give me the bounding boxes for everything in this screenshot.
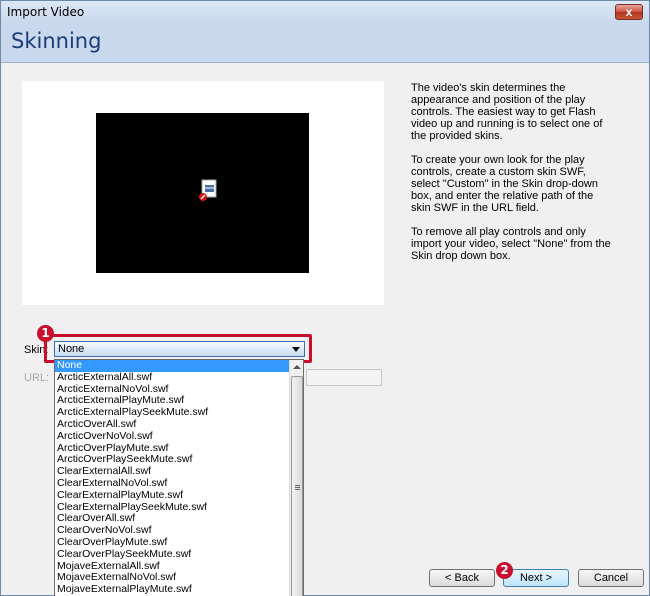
video-preview-panel bbox=[22, 81, 384, 305]
annotation-badge-2: 2 bbox=[496, 562, 513, 579]
scrollbar-thumb[interactable] bbox=[291, 376, 303, 596]
skin-option[interactable]: ArcticOverAll.swf bbox=[55, 418, 290, 431]
video-preview bbox=[96, 113, 309, 273]
skin-option[interactable]: ClearOverPlaySeekMute.swf bbox=[55, 548, 290, 561]
annotation-badge-1: 1 bbox=[37, 325, 54, 342]
description-paragraph: To remove all play controls and only imp… bbox=[411, 226, 611, 262]
skin-option[interactable]: ClearExternalPlayMute.swf bbox=[55, 489, 290, 502]
skin-dropdown-list[interactable]: None ArcticExternalAll.swf ArcticExternalN… bbox=[54, 359, 304, 596]
cancel-button[interactable]: Cancel bbox=[578, 569, 644, 587]
description-paragraph: The video's skin determines the appearan… bbox=[411, 82, 603, 142]
skin-option[interactable]: ClearOverPlayMute.swf bbox=[55, 536, 290, 549]
skin-description: The video's skin determines the appearan… bbox=[411, 82, 611, 274]
skin-options: None ArcticExternalAll.swf ArcticExternalN… bbox=[55, 360, 290, 596]
title-bar: Import Video x bbox=[1, 1, 649, 23]
page-header: Skinning bbox=[1, 23, 649, 63]
skin-option[interactable]: ArcticExternalAll.swf bbox=[55, 371, 290, 384]
skin-option[interactable]: ArcticOverNoVol.swf bbox=[55, 430, 290, 443]
description-paragraph: To create your own look for the play con… bbox=[411, 154, 598, 214]
close-button[interactable]: x bbox=[615, 4, 643, 20]
dropdown-scrollbar[interactable] bbox=[289, 360, 303, 596]
window-title: Import Video bbox=[7, 5, 85, 19]
scroll-up-arrow-icon[interactable] bbox=[291, 361, 303, 374]
import-video-dialog: Import Video x Skinning The video's skin… bbox=[0, 0, 650, 596]
page-title: Skinning bbox=[11, 29, 102, 53]
skin-option[interactable]: MojaveExternalPlayMute.swf bbox=[55, 583, 290, 596]
grip-icon bbox=[295, 485, 300, 490]
url-input[interactable] bbox=[306, 369, 382, 386]
skin-option[interactable]: ClearExternalNoVol.swf bbox=[55, 477, 290, 490]
close-icon: x bbox=[625, 5, 633, 19]
missing-plugin-icon bbox=[199, 179, 217, 201]
back-button[interactable]: < Back bbox=[429, 569, 495, 587]
url-label: URL: bbox=[24, 372, 50, 384]
